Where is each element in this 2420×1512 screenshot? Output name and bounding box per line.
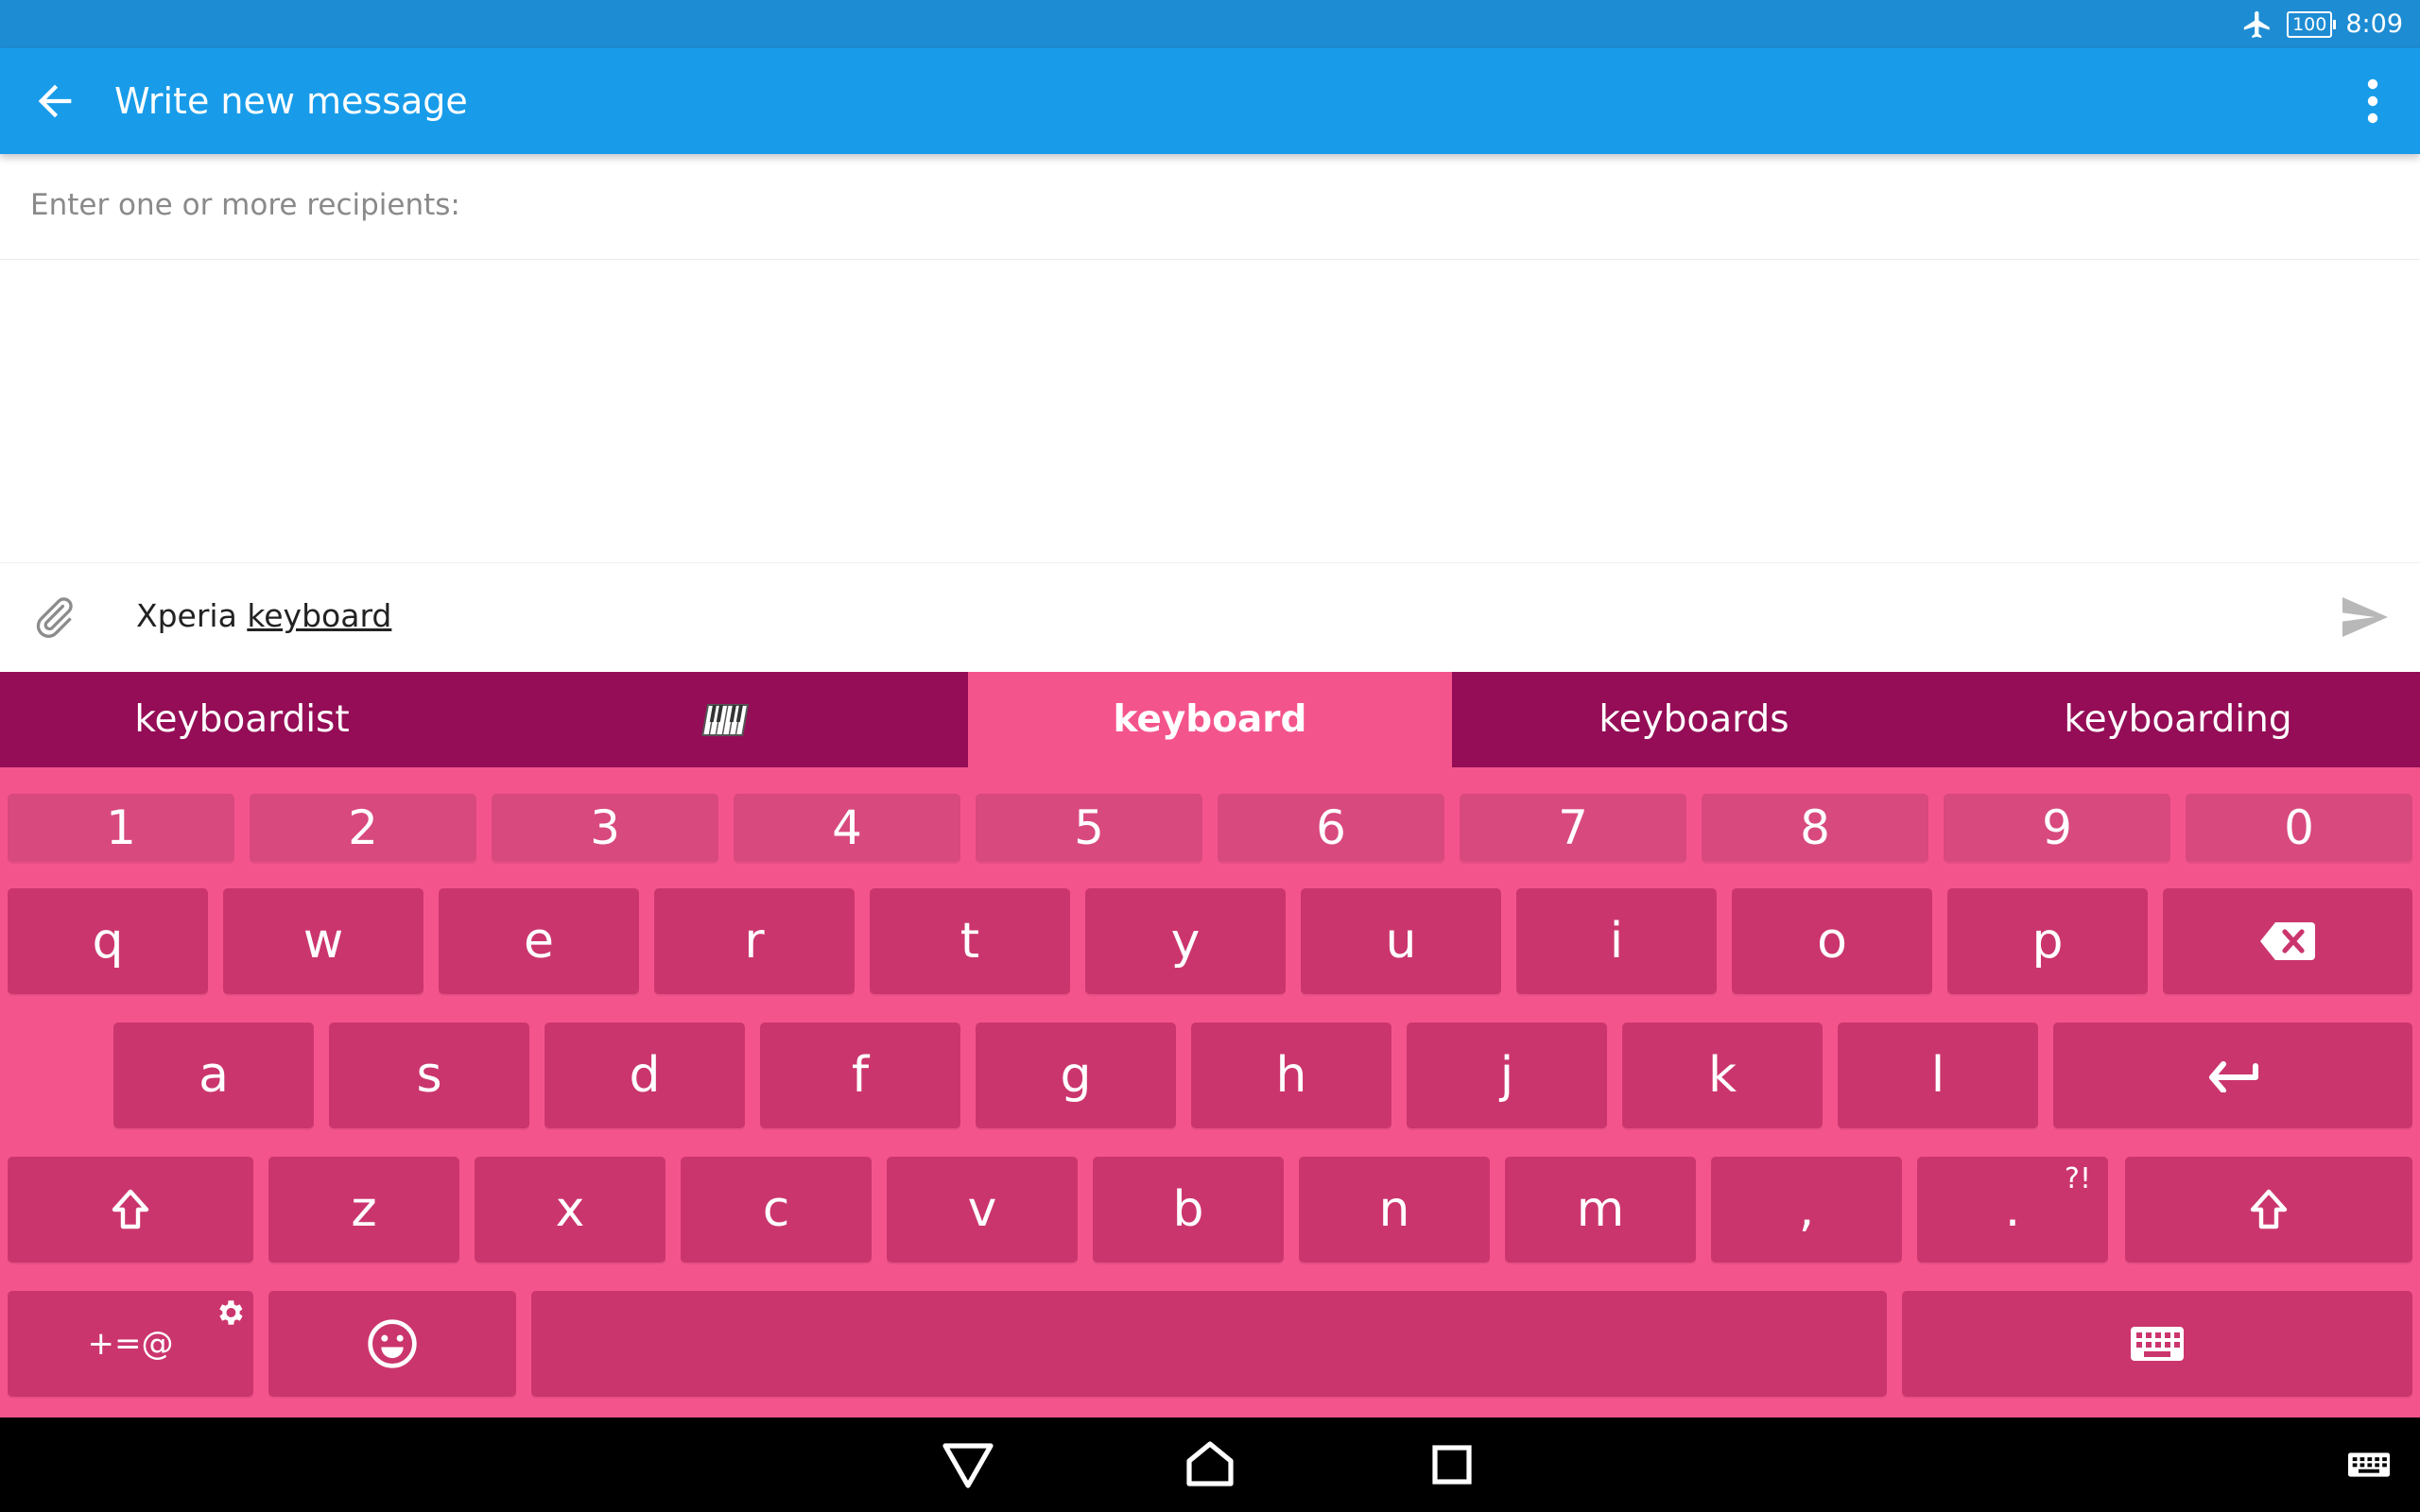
more-vert-icon[interactable] — [2354, 75, 2392, 128]
period-alt-label: ?! — [2065, 1162, 2091, 1195]
key-x[interactable]: x — [475, 1157, 666, 1263]
key-n[interactable]: n — [1299, 1157, 1490, 1263]
key-e[interactable]: e — [439, 888, 639, 994]
hide-keyboard-key[interactable] — [1902, 1291, 2412, 1397]
nav-keyboard-icon[interactable] — [2348, 1438, 2390, 1491]
key-1[interactable]: 1 — [8, 794, 234, 862]
message-input[interactable]: Xperia keyboard — [136, 597, 391, 634]
gear-icon — [219, 1300, 243, 1325]
key-d[interactable]: d — [544, 1022, 745, 1128]
key-3[interactable]: 3 — [492, 794, 718, 862]
suggestion-keyboardist[interactable]: keyboardist — [0, 672, 484, 767]
key-i[interactable]: i — [1516, 888, 1717, 994]
key-z[interactable]: z — [268, 1157, 459, 1263]
nav-recents-icon[interactable] — [1424, 1438, 1480, 1491]
key-w[interactable]: w — [223, 888, 424, 994]
key-t[interactable]: t — [870, 888, 1070, 994]
shift-key-right[interactable] — [2125, 1157, 2412, 1263]
clock: 8:09 — [2345, 9, 2403, 39]
key-j[interactable]: j — [1407, 1022, 1607, 1128]
compose-bar: Xperia keyboard — [0, 562, 2420, 672]
airplane-icon — [2243, 10, 2270, 38]
key-q[interactable]: q — [8, 888, 208, 994]
message-text: Xperia — [136, 597, 248, 634]
key-o[interactable]: o — [1732, 888, 1932, 994]
send-icon[interactable] — [2342, 597, 2388, 637]
suggestion-keyboard[interactable]: keyboard — [968, 672, 1452, 767]
key-h[interactable]: h — [1191, 1022, 1392, 1128]
enter-key[interactable] — [2053, 1022, 2412, 1128]
key-8[interactable]: 8 — [1702, 794, 1928, 862]
key-u[interactable]: u — [1301, 888, 1501, 994]
nav-back-icon[interactable] — [940, 1438, 996, 1491]
key-c[interactable]: c — [681, 1157, 872, 1263]
system-nav-bar — [0, 1418, 2420, 1512]
key-k[interactable]: k — [1622, 1022, 1823, 1128]
key-p[interactable]: p — [1947, 888, 2148, 994]
key-period[interactable]: . ?! — [1917, 1157, 2108, 1263]
smiley-icon — [368, 1319, 417, 1368]
shift-arrow-icon — [2250, 1189, 2288, 1229]
piano-keyboard-icon — [701, 703, 750, 736]
key-5[interactable]: 5 — [976, 794, 1202, 862]
backspace-icon — [2260, 922, 2315, 960]
key-r[interactable]: r — [654, 888, 855, 994]
symbols-key[interactable]: +=@ — [8, 1291, 253, 1397]
shift-key-left[interactable] — [8, 1157, 253, 1263]
symbols-label: +=@ — [87, 1325, 174, 1363]
keyboard-icon — [2131, 1327, 2184, 1361]
emoji-key[interactable] — [268, 1291, 516, 1397]
key-7[interactable]: 7 — [1460, 794, 1686, 862]
suggestion-keyboarding[interactable]: keyboarding — [1936, 672, 2420, 767]
conversation-area — [0, 260, 2420, 562]
key-m[interactable]: m — [1505, 1157, 1696, 1263]
back-arrow-icon[interactable] — [30, 77, 79, 126]
recipients-field[interactable]: Enter one or more recipients: — [0, 154, 2420, 260]
backspace-key[interactable] — [2163, 888, 2412, 994]
suggestion-bar: keyboardist keyboard keyboards keyboardi… — [0, 672, 2420, 767]
composing-word: keyboard — [247, 597, 392, 634]
status-bar: 100 8:09 — [0, 0, 2420, 48]
page-title: Write new message — [114, 80, 468, 122]
shift-arrow-icon — [112, 1189, 149, 1229]
key-a[interactable]: a — [113, 1022, 314, 1128]
suggestion-keyboards[interactable]: keyboards — [1452, 672, 1936, 767]
key-l[interactable]: l — [1838, 1022, 2038, 1128]
key-v[interactable]: v — [887, 1157, 1078, 1263]
paperclip-icon[interactable] — [30, 593, 78, 641]
battery-indicator: 100 — [2287, 10, 2337, 38]
nav-home-icon[interactable] — [1182, 1438, 1238, 1491]
key-2[interactable]: 2 — [250, 794, 476, 862]
onscreen-keyboard: 1 2 3 4 5 6 7 8 9 0 q w e r t y u i o p … — [0, 767, 2420, 1418]
key-s[interactable]: s — [329, 1022, 529, 1128]
key-f[interactable]: f — [760, 1022, 960, 1128]
key-9[interactable]: 9 — [1944, 794, 2170, 862]
suggestion-piano[interactable] — [484, 672, 968, 767]
key-b[interactable]: b — [1093, 1157, 1284, 1263]
key-y[interactable]: y — [1085, 888, 1286, 994]
key-comma[interactable]: , — [1711, 1157, 1902, 1263]
key-6[interactable]: 6 — [1218, 794, 1444, 862]
key-0[interactable]: 0 — [2186, 794, 2412, 862]
enter-arrow-icon — [2209, 1061, 2258, 1092]
key-4[interactable]: 4 — [734, 794, 960, 862]
app-bar: Write new message — [0, 48, 2420, 154]
key-g[interactable]: g — [976, 1022, 1176, 1128]
space-key[interactable] — [531, 1291, 1887, 1397]
period-label: . — [2004, 1181, 2021, 1238]
recipients-placeholder: Enter one or more recipients: — [30, 188, 460, 222]
